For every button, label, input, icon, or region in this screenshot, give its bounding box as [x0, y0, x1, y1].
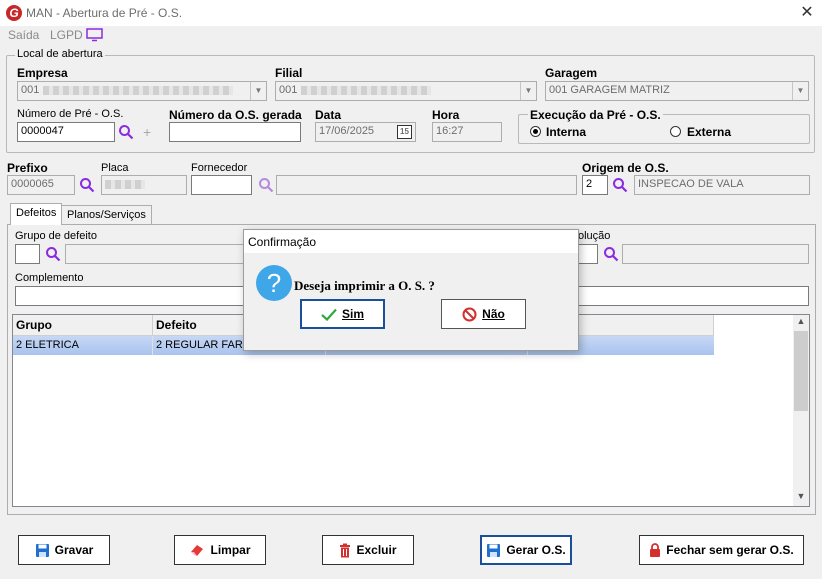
tab-defeitos[interactable]: Defeitos	[10, 203, 63, 225]
search-icon[interactable]	[118, 124, 134, 143]
gravar-label: Gravar	[54, 543, 94, 557]
data-value: 17/06/2025	[319, 125, 375, 137]
filial-value: 001	[279, 84, 298, 96]
sim-label: Sim	[341, 307, 364, 321]
prefixo-input[interactable]: 0000065	[7, 175, 75, 195]
chevron-down-icon[interactable]: ▼	[520, 82, 536, 100]
monitor-icon[interactable]	[86, 28, 103, 42]
lock-icon	[650, 542, 661, 557]
interna-label[interactable]: Interna	[546, 125, 586, 139]
trash-icon	[340, 543, 351, 557]
garagem-combo[interactable]: 001 GARAGEM MATRIZ ▼	[545, 81, 809, 101]
grupo-defeito-desc	[65, 244, 255, 264]
eraser-icon	[191, 545, 204, 556]
gravar-button[interactable]: Gravar	[18, 535, 110, 565]
solucao-label: olução	[578, 230, 611, 242]
prefixo-label: Prefixo	[7, 161, 48, 175]
limpar-label: Limpar	[210, 543, 251, 557]
solucao-desc	[622, 244, 809, 264]
menu-lgpd[interactable]: LGPD	[50, 28, 83, 42]
num-os-input[interactable]	[169, 122, 301, 142]
search-icon[interactable]	[258, 177, 274, 196]
question-icon: ?	[256, 265, 292, 301]
origem-code-input[interactable]: 2	[582, 175, 608, 195]
sim-button[interactable]: Sim	[300, 299, 385, 329]
nao-button[interactable]: Não	[441, 299, 526, 329]
check-icon	[321, 308, 337, 321]
data-input[interactable]: 17/06/2025 15	[315, 122, 416, 142]
dialog-body	[244, 253, 578, 350]
scroll-up-icon[interactable]: ▲	[793, 316, 809, 330]
excluir-button[interactable]: Excluir	[322, 535, 414, 565]
save-icon	[487, 543, 501, 557]
hora-input[interactable]: 16:27	[432, 122, 502, 142]
app-logo-icon: G	[6, 5, 22, 21]
gerar-os-button[interactable]: Gerar O.S.	[480, 535, 572, 565]
fechar-sem-gerar-button[interactable]: Fechar sem gerar O.S.	[639, 535, 804, 565]
search-icon[interactable]	[79, 177, 95, 196]
fornecedor-input[interactable]	[191, 175, 252, 195]
execucao-legend: Execução da Pré - O.S.	[528, 108, 663, 122]
num-pre-os-input[interactable]: 0000047	[17, 122, 115, 142]
confirmation-dialog: Confirmação ? Deseja imprimir a O. S. ? …	[243, 229, 579, 351]
garagem-value: 001 GARAGEM MATRIZ	[549, 84, 670, 96]
filial-label: Filial	[275, 66, 303, 80]
empresa-label: Empresa	[17, 66, 68, 80]
origem-desc: INSPECAO DE VALA	[634, 175, 810, 195]
save-icon	[35, 543, 49, 557]
window-title: MAN - Abertura de Pré - O.S.	[26, 6, 183, 20]
solucao-input[interactable]	[578, 244, 598, 264]
grupo-defeito-input[interactable]	[15, 244, 40, 264]
cell-grupo: 2 ELETRICA	[13, 336, 153, 355]
column-header-grupo[interactable]: Grupo	[13, 315, 153, 336]
search-icon[interactable]	[45, 246, 61, 265]
dialog-message: Deseja imprimir a O. S. ?	[294, 278, 435, 293]
fornecedor-label: Fornecedor	[191, 162, 248, 174]
garagem-label: Garagem	[545, 66, 598, 80]
placa-label: Placa	[101, 162, 129, 174]
add-icon[interactable]: +	[143, 124, 151, 140]
chevron-down-icon[interactable]: ▼	[250, 82, 266, 100]
data-label: Data	[315, 108, 342, 122]
num-os-label: Número da O.S. gerada	[169, 108, 302, 122]
empresa-value: 001	[21, 84, 40, 96]
excluir-label: Excluir	[356, 543, 397, 557]
hora-label: Hora	[432, 108, 460, 122]
menu-saida[interactable]: Saída	[8, 28, 39, 42]
limpar-button[interactable]: Limpar	[174, 535, 266, 565]
chevron-down-icon[interactable]: ▼	[792, 82, 808, 100]
externa-label[interactable]: Externa	[687, 125, 731, 139]
tab-planos-servicos[interactable]: Planos/Serviços	[61, 205, 152, 225]
close-icon[interactable]: ✕	[797, 3, 817, 23]
scroll-thumb[interactable]	[794, 331, 808, 411]
externa-radio[interactable]	[670, 126, 681, 137]
placa-input	[101, 175, 187, 195]
num-pre-os-label: Número de Pré - O.S.	[17, 108, 124, 120]
dialog-title: Confirmação	[244, 230, 578, 253]
gerar-os-label: Gerar O.S.	[506, 543, 566, 557]
empresa-combo[interactable]: 001 ▼	[17, 81, 267, 101]
fechar-sem-gerar-label: Fechar sem gerar O.S.	[666, 543, 794, 557]
complemento-label: Complemento	[15, 272, 84, 284]
interna-radio[interactable]	[530, 126, 541, 137]
calendar-icon[interactable]: 15	[397, 125, 412, 139]
origem-label: Origem de O.S.	[582, 161, 669, 175]
search-icon[interactable]	[603, 246, 619, 265]
no-entry-icon	[462, 307, 477, 321]
search-icon[interactable]	[612, 177, 628, 196]
nao-label: Não	[482, 307, 505, 321]
filial-combo[interactable]: 001 ▼	[275, 81, 537, 101]
fornecedor-desc	[276, 175, 577, 195]
local-abertura-legend: Local de abertura	[15, 48, 105, 60]
grupo-defeito-label: Grupo de defeito	[15, 230, 97, 242]
scroll-down-icon[interactable]: ▼	[793, 491, 809, 505]
